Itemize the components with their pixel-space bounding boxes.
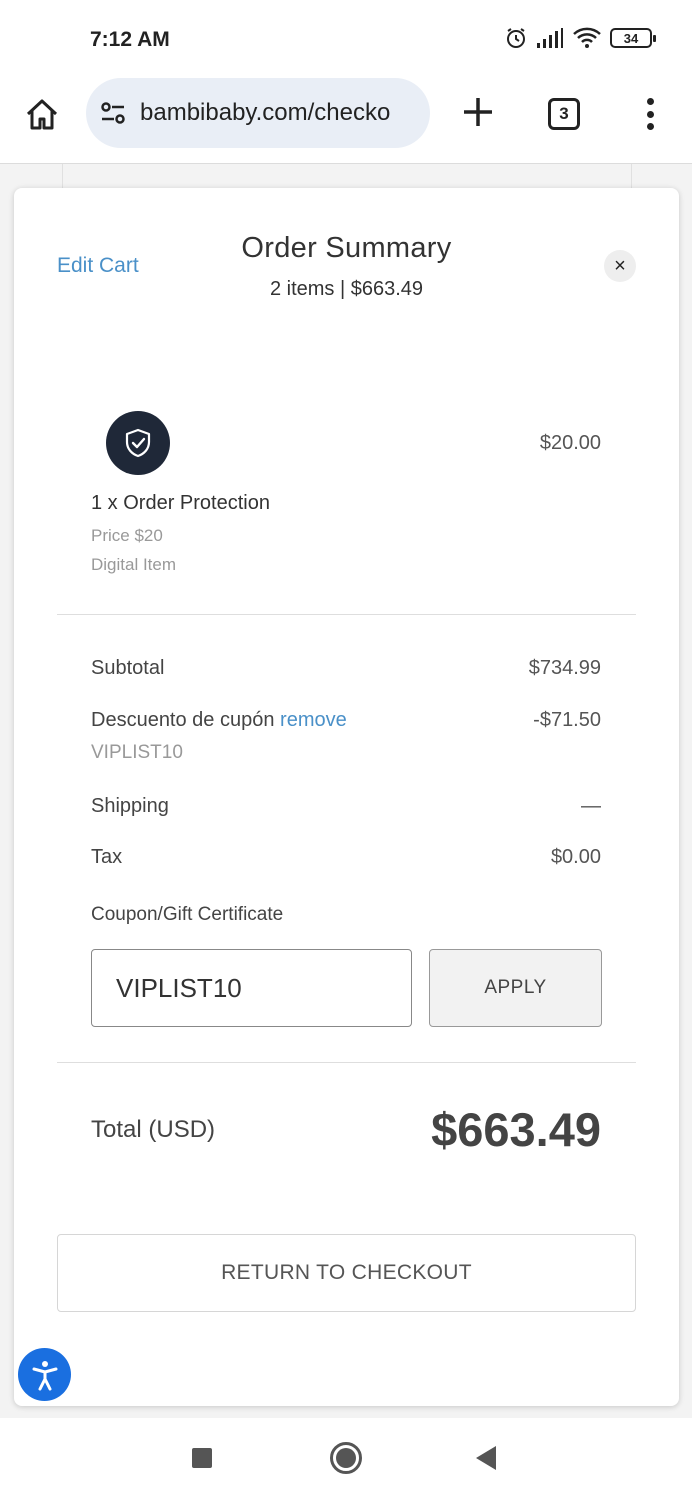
back-icon[interactable] <box>476 1446 496 1470</box>
order-summary-modal: Edit Cart Order Summary 2 items | $663.4… <box>14 188 679 1406</box>
close-button[interactable]: × <box>604 250 636 282</box>
coupon-input[interactable] <box>91 949 412 1027</box>
tax-label: Tax <box>91 846 123 868</box>
browser-toolbar: bambibaby.com/checko 3 <box>0 78 692 164</box>
modal-subtitle: 2 items | $663.49 <box>269 278 424 300</box>
total-value: $663.49 <box>431 1103 601 1156</box>
item-price: $20.00 <box>539 432 601 454</box>
battery-icon: 34 <box>610 28 656 48</box>
order-protection-image <box>106 411 170 475</box>
discount-value: -$71.50 <box>533 709 601 731</box>
tax-value: $0.00 <box>550 846 601 868</box>
shield-check-icon <box>125 428 151 458</box>
recents-icon[interactable] <box>192 1448 212 1468</box>
new-tab-icon[interactable] <box>458 92 498 132</box>
accessibility-button[interactable] <box>18 1348 71 1401</box>
status-time: 7:12 AM <box>90 28 170 51</box>
home-icon[interactable] <box>22 94 62 134</box>
return-to-checkout-button[interactable]: RETURN TO CHECKOUT <box>57 1234 636 1312</box>
discount-label: Descuento de cupón <box>91 709 275 731</box>
coupon-label: Coupon/Gift Certificate <box>91 904 284 925</box>
item-type: Digital Item <box>91 555 177 574</box>
signal-icon <box>537 28 563 48</box>
site-settings-icon[interactable] <box>98 98 128 128</box>
address-bar[interactable]: bambibaby.com/checko <box>86 78 430 148</box>
divider <box>57 614 636 615</box>
more-menu-icon[interactable] <box>638 94 662 134</box>
discount-row: Descuento de cupón remove <box>91 709 347 732</box>
item-unit-price: Price $20 <box>91 526 163 545</box>
modal-title: Order Summary <box>241 232 452 264</box>
accessibility-icon <box>32 1360 57 1390</box>
applied-coupon-code: VIPLIST10 <box>91 742 183 763</box>
status-bar: 7:12 AM 34 <box>0 0 692 78</box>
system-navigation-bar <box>0 1418 692 1500</box>
home-nav-icon[interactable] <box>330 1442 362 1474</box>
alarm-icon <box>507 28 525 48</box>
wifi-icon <box>573 27 601 48</box>
subtotal-value: $734.99 <box>528 657 601 679</box>
url-text: bambibaby.com/checko <box>140 99 391 126</box>
subtotal-label: Subtotal <box>91 657 165 679</box>
divider <box>57 1062 636 1063</box>
remove-coupon-link[interactable]: remove <box>280 709 347 731</box>
total-label: Total (USD) <box>91 1116 216 1143</box>
shipping-value: — <box>581 795 601 817</box>
status-icons: 34 <box>504 26 656 50</box>
item-name: 1 x Order Protection <box>91 492 270 514</box>
apply-button[interactable]: APPLY <box>429 949 602 1027</box>
tab-switcher-button[interactable]: 3 <box>548 98 580 130</box>
shipping-label: Shipping <box>91 795 169 817</box>
